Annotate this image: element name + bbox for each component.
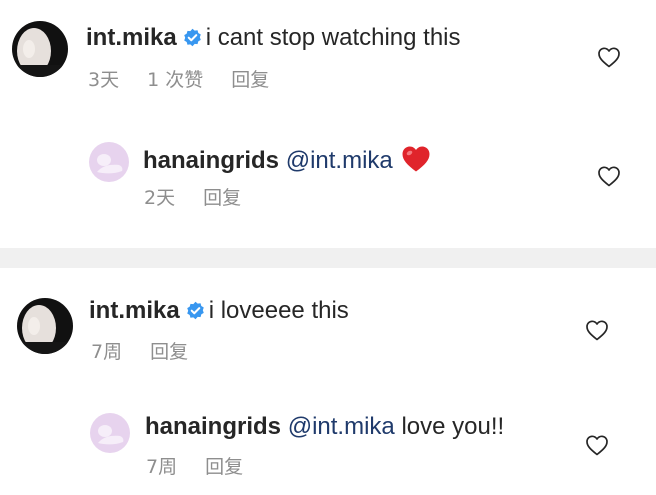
heart-outline-icon[interactable]	[585, 319, 609, 341]
reply-button[interactable]: 回复	[203, 187, 241, 209]
heart-outline-icon[interactable]	[585, 434, 609, 456]
mention-link[interactable]: @int.mika	[286, 147, 393, 174]
comment-text: i cant stop watching this	[205, 24, 461, 51]
avatar-hanaingrids[interactable]	[90, 413, 130, 453]
reply-timestamp: 2天	[144, 187, 176, 209]
avatar-int-mika[interactable]	[12, 21, 68, 77]
verified-badge-icon	[186, 298, 205, 320]
comment-timestamp: 3天	[88, 69, 120, 91]
comment-int-mika-2: int.mika i loveeee this 7周 回复	[0, 268, 656, 378]
avatar-hanaingrids[interactable]	[89, 142, 129, 182]
avatar-int-mika[interactable]	[17, 298, 73, 354]
comment-int-mika-1: int.mika i cant stop watching this 3天 1 次赞…	[0, 0, 656, 100]
reply-username[interactable]: hanaingrids	[143, 147, 279, 174]
comment-thread-1: int.mika i cant stop watching this 3天 1 次赞…	[0, 0, 656, 248]
reply-button[interactable]: 回复	[150, 341, 188, 363]
heart-outline-icon[interactable]	[597, 46, 621, 68]
mention-link[interactable]: @int.mika	[288, 413, 395, 440]
reply-button[interactable]: 回复	[205, 456, 243, 478]
heart-outline-icon[interactable]	[597, 165, 621, 187]
comment-timestamp: 7周	[91, 341, 123, 363]
comment-username[interactable]: int.mika	[86, 24, 177, 51]
reply-timestamp: 7周	[146, 456, 178, 478]
reply-username[interactable]: hanaingrids	[145, 413, 281, 440]
reply-button[interactable]: 回复	[231, 69, 269, 91]
reply-hanaingrids-2: hanaingrids @int.mika love you!! 7周 回复	[0, 398, 656, 493]
red-heart-emoji	[401, 145, 431, 173]
comment-thread-2: int.mika i loveeee this 7周 回复 hanaingrids …	[0, 268, 656, 495]
comment-text: i loveeee this	[208, 297, 349, 324]
reply-text: love you!!	[401, 413, 505, 440]
comment-username[interactable]: int.mika	[89, 297, 180, 324]
reply-hanaingrids-1: hanaingrids @int.mika 2天 回复	[0, 130, 656, 230]
verified-badge-icon	[183, 25, 202, 47]
comment-like-count[interactable]: 1 次赞	[147, 69, 203, 91]
